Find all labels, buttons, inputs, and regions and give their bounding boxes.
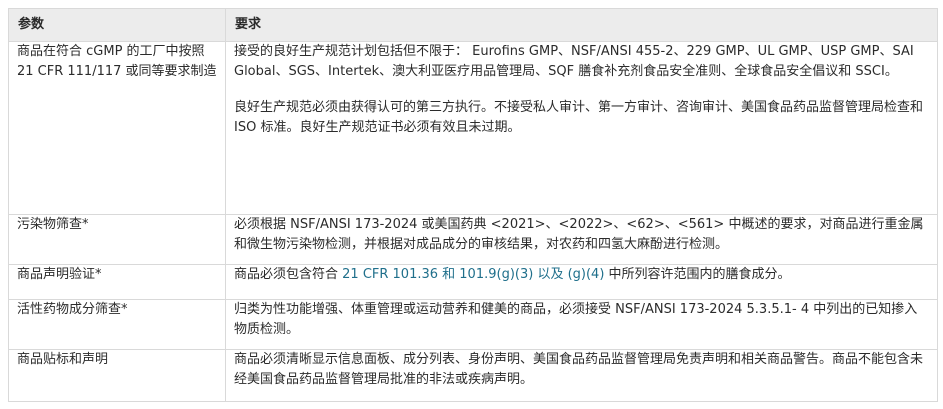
header-parameter: 参数 xyxy=(8,8,226,42)
requirement-text: 中所列容许范围内的膳食成分。 xyxy=(604,267,791,282)
header-requirement: 要求 xyxy=(225,8,938,42)
requirement-paragraph: 接受的良好生产规范计划包括但不限于： Eurofins GMP、NSF/ANSI… xyxy=(234,44,914,79)
row-requirement: 商品必须包含符合 21 CFR 101.36 和 101.9(g)(3) 以及 … xyxy=(225,264,938,300)
table-row: 污染物筛查* 必须根据 NSF/ANSI 173-2024 或美国药典 <202… xyxy=(8,214,938,265)
table-row: 商品声明验证* 商品必须包含符合 21 CFR 101.36 和 101.9(g… xyxy=(8,264,938,300)
table-row: 活性药物成分筛查* 归类为性功能增强、体重管理或运动营养和健美的商品，必须接受 … xyxy=(8,299,938,350)
row-parameter: 活性药物成分筛查* xyxy=(8,299,226,350)
row-requirement: 接受的良好生产规范计划包括但不限于： Eurofins GMP、NSF/ANSI… xyxy=(225,41,938,215)
requirement-paragraph: 良好生产规范必须由获得认可的第三方执行。不接受私人审计、第一方审计、咨询审计、美… xyxy=(234,100,924,135)
row-requirement: 必须根据 NSF/ANSI 173-2024 或美国药典 <2021>、<202… xyxy=(225,214,938,265)
table-header-row: 参数 要求 xyxy=(8,8,938,42)
row-parameter: 污染物筛查* xyxy=(8,214,226,265)
requirement-text: 商品必须包含符合 xyxy=(234,267,343,282)
row-parameter: 商品声明验证* xyxy=(8,264,226,300)
row-parameter: 商品贴标和声明 xyxy=(8,349,226,402)
cfr-link[interactable]: 21 CFR 101.36 和 101.9(g)(3) 以及 (g)(4) xyxy=(342,267,604,282)
table-row: 商品贴标和声明 商品必须清晰显示信息面板、成分列表、身份声明、美国食品药品监督管… xyxy=(8,349,938,402)
requirements-table: 参数 要求 商品在符合 cGMP 的工厂中按照 21 CFR 111/117 或… xyxy=(8,8,938,402)
row-parameter: 商品在符合 cGMP 的工厂中按照 21 CFR 111/117 或同等要求制造 xyxy=(8,41,226,215)
row-requirement: 归类为性功能增强、体重管理或运动营养和健美的商品，必须接受 NSF/ANSI 1… xyxy=(225,299,938,350)
row-requirement: 商品必须清晰显示信息面板、成分列表、身份声明、美国食品药品监督管理局免责声明和相… xyxy=(225,349,938,402)
page: 参数 要求 商品在符合 cGMP 的工厂中按照 21 CFR 111/117 或… xyxy=(0,0,943,409)
table-row: 商品在符合 cGMP 的工厂中按照 21 CFR 111/117 或同等要求制造… xyxy=(8,41,938,215)
